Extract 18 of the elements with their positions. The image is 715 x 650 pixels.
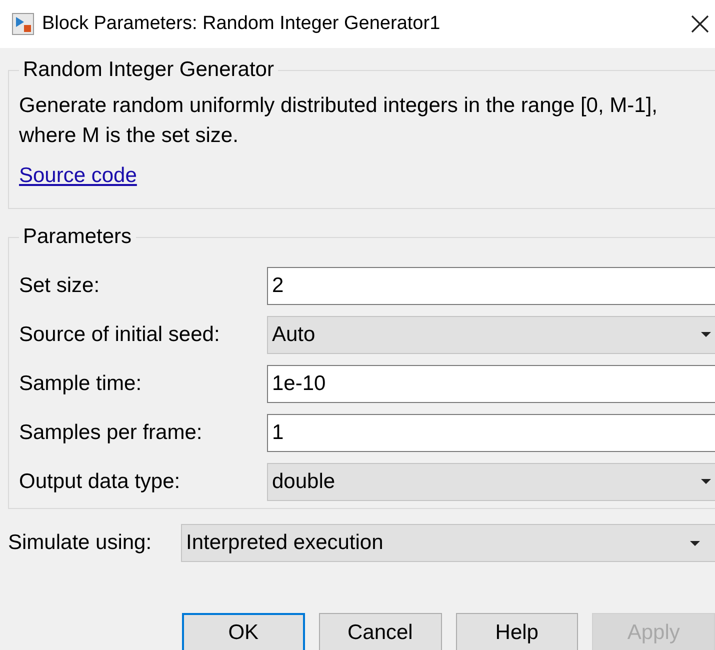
dropdown[interactable]: double: [267, 462, 715, 500]
text-field[interactable]: 2: [267, 266, 715, 304]
description-text: Generate random uniformly distributed integers in the range [0, M-1], where M is the set size.: [19, 93, 658, 149]
text-field[interactable]: 1: [267, 414, 715, 452]
dropdown[interactable]: Auto: [267, 316, 715, 354]
field-label: Sample time:: [19, 370, 143, 397]
dropdown[interactable]: Interpreted execution: [181, 524, 715, 562]
window-title: Block Parameters: Random Integer Generator1: [42, 12, 440, 36]
dialog-button[interactable]: OK: [182, 613, 305, 650]
dialog-button[interactable]: Help: [456, 613, 578, 650]
text-field[interactable]: 1e-10: [267, 364, 715, 402]
source-code-link[interactable]: Source code: [19, 160, 137, 192]
field-label: Simulate using:: [8, 530, 153, 556]
field-label: Output data type:: [19, 468, 182, 495]
field-label: Samples per frame:: [19, 420, 204, 446]
field-label: Set size:: [19, 272, 101, 299]
dialog-button[interactable]: Cancel: [318, 613, 442, 650]
field-label: Source of initial seed:: [19, 322, 221, 348]
